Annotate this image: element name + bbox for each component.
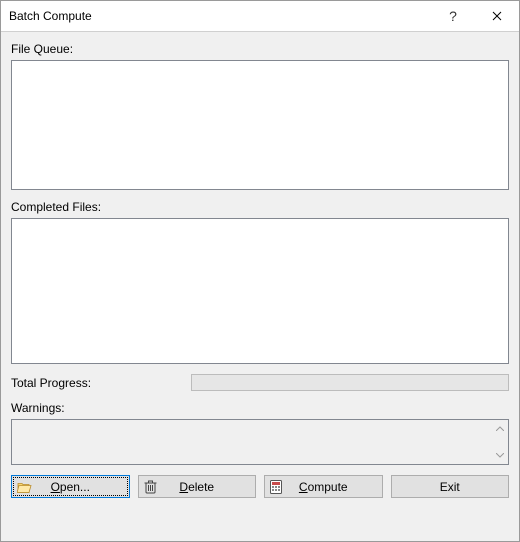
close-icon xyxy=(492,11,502,21)
warnings-label: Warnings: xyxy=(11,401,509,415)
completed-files-listbox[interactable] xyxy=(11,218,509,364)
compute-button-label: Compute xyxy=(265,480,382,494)
exit-button[interactable]: Exit xyxy=(391,475,510,498)
file-queue-label: File Queue: xyxy=(11,42,509,56)
completed-files-label: Completed Files: xyxy=(11,200,509,214)
file-queue-listbox[interactable] xyxy=(11,60,509,190)
folder-open-icon xyxy=(17,480,33,493)
scroll-down-icon[interactable] xyxy=(491,447,508,464)
help-button[interactable]: ? xyxy=(431,1,475,31)
dialog-body: File Queue: Completed Files: Total Progr… xyxy=(1,32,519,541)
progress-row: Total Progress: xyxy=(11,374,509,391)
trash-icon xyxy=(144,480,157,494)
compute-button[interactable]: Compute xyxy=(264,475,383,498)
warnings-textbox[interactable] xyxy=(11,419,509,465)
titlebar: Batch Compute ? xyxy=(1,1,519,32)
calculator-icon xyxy=(270,480,282,494)
help-icon: ? xyxy=(449,8,457,24)
dialog-window: Batch Compute ? File Queue: Completed Fi… xyxy=(0,0,520,542)
delete-button[interactable]: Delete xyxy=(138,475,257,498)
warnings-scrollbar[interactable] xyxy=(491,420,508,464)
total-progress-bar xyxy=(191,374,509,391)
scroll-up-icon[interactable] xyxy=(491,420,508,437)
exit-button-label: Exit xyxy=(392,480,509,494)
close-button[interactable] xyxy=(475,1,519,31)
total-progress-label: Total Progress: xyxy=(11,376,91,390)
button-row: Open... Delete xyxy=(11,475,509,498)
dialog-title: Batch Compute xyxy=(9,9,431,23)
open-button[interactable]: Open... xyxy=(11,475,130,498)
